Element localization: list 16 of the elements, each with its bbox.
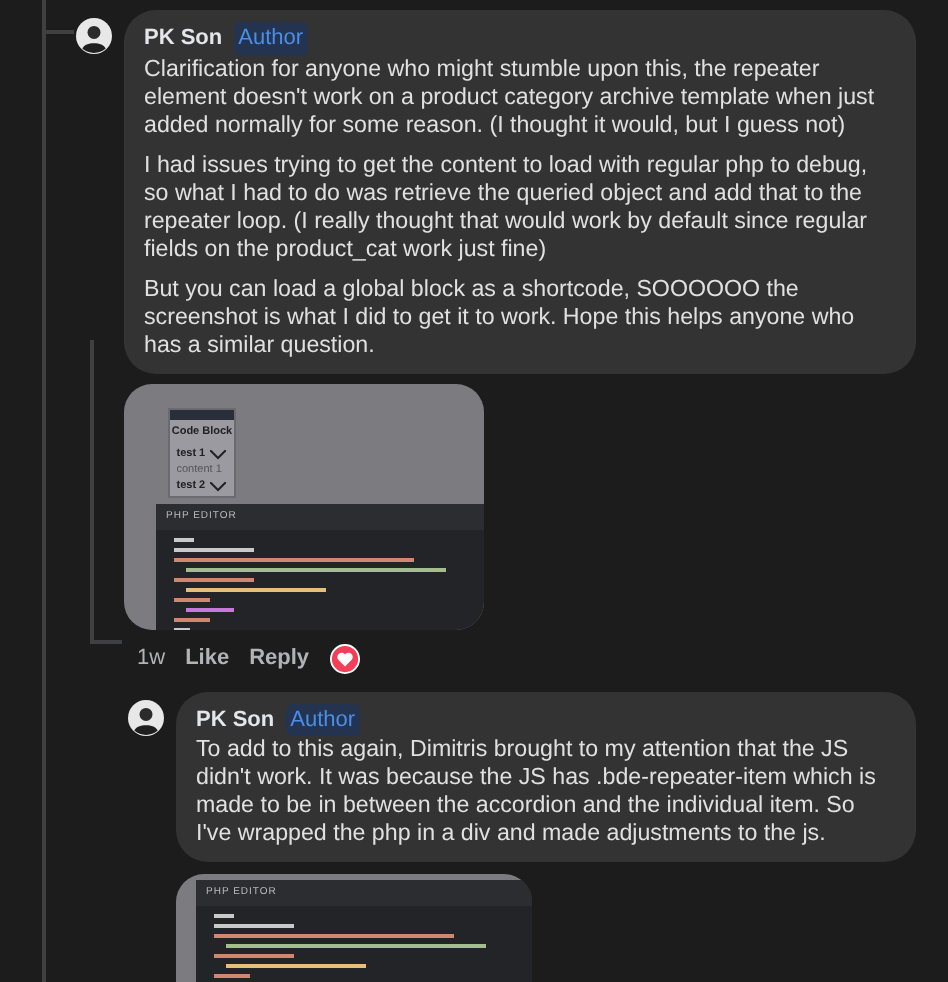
timestamp: 1w — [137, 644, 166, 675]
comment-text: I had issues trying to get the content to load with regular php to debug, so what I had to do was retrieve the queried object and add that to the repeater loop. (I really thought that would work by default since regular fields on the product_cat work just fine) — [144, 151, 870, 263]
chevron-down-icon — [209, 482, 226, 493]
comment-text: To add to this again, Dimitris brought to my attention that the JS didn't work. It was because the JS has .bde-repeater-item which is made to be in between the accordion and the individual item. So I've wrapped the php in a div and made adjustments to the js. — [196, 736, 878, 849]
author-name: PK Son — [196, 705, 275, 736]
chevron-down-icon — [209, 450, 226, 461]
author-tag: Author — [286, 703, 360, 737]
toolbar — [170, 409, 234, 420]
like-link[interactable]: Like — [185, 642, 230, 676]
avatar[interactable] — [76, 18, 112, 54]
author-tag: Author — [234, 22, 308, 55]
avatar[interactable] — [128, 699, 164, 736]
author-name: PK Son — [144, 24, 223, 54]
reply-link[interactable]: Reply — [249, 642, 310, 676]
comment-text: Clarification for anyone who might stumble upon this, the repeater element doesn't work on a product category archive template when just added normally for some reason. (I thought it would, but I guess not) — [144, 55, 877, 139]
comment-text: But you can load a global block as a shortcode, SOOOOOO the screenshot is what I did to get it to work. Hope this helps anyone who has a similar question. — [144, 275, 857, 359]
